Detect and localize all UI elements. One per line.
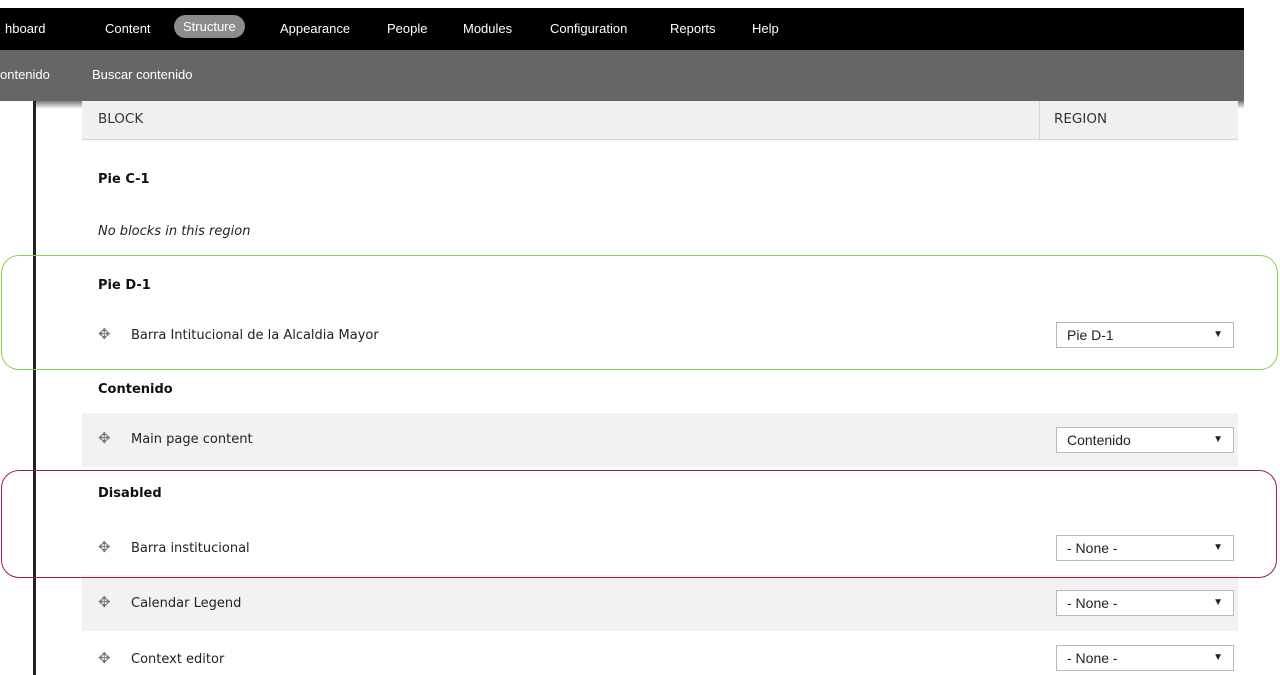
move-handle-icon[interactable]: ✥	[98, 651, 111, 666]
caret-down-icon: ▼	[1213, 597, 1223, 608]
table-row: ✥ Context editor - None - ▼	[82, 631, 1238, 675]
region-select[interactable]: - None - ▼	[1056, 645, 1234, 671]
highlight-outline-green	[1, 255, 1278, 370]
shortcut-add-content[interactable]: ontenido	[0, 67, 50, 82]
admin-toolbar: hboard Content Structure Appearance Peop…	[0, 8, 1244, 50]
table-header: BLOCK REGION	[82, 101, 1238, 140]
block-layout-table: BLOCK REGION Pie C-1 No blocks in this r…	[82, 101, 1238, 675]
region-title: Contenido	[98, 382, 173, 397]
region-select[interactable]: Contenido ▼	[1056, 427, 1234, 453]
region-select-value: - None -	[1067, 650, 1118, 666]
menu-content[interactable]: Content	[105, 21, 151, 36]
caret-down-icon: ▼	[1213, 434, 1223, 445]
empty-region-message: No blocks in this region	[98, 224, 251, 239]
menu-structure[interactable]: Structure	[174, 15, 245, 38]
shortcut-bar: ontenido Buscar contenido	[0, 50, 1244, 101]
menu-people[interactable]: People	[387, 21, 427, 36]
region-select[interactable]: - None - ▼	[1056, 590, 1234, 616]
menu-help[interactable]: Help	[752, 21, 779, 36]
menu-dashboard[interactable]: hboard	[5, 21, 45, 36]
empty-region-row: No blocks in this region	[82, 194, 1238, 250]
header-divider	[1039, 101, 1040, 139]
region-row-pie-c1: Pie C-1	[82, 140, 1238, 194]
top-white-strip	[0, 0, 1280, 8]
table-row: ✥ Calendar Legend - None - ▼	[82, 575, 1238, 631]
shortcut-find-content[interactable]: Buscar contenido	[92, 67, 192, 82]
table-row: ✥ Main page content Contenido ▼	[82, 413, 1238, 467]
region-title: Pie C-1	[98, 172, 150, 187]
header-region: REGION	[1054, 111, 1108, 127]
menu-appearance[interactable]: Appearance	[280, 21, 350, 36]
menu-configuration[interactable]: Configuration	[550, 21, 627, 36]
header-block: BLOCK	[98, 111, 144, 127]
move-handle-icon[interactable]: ✥	[98, 431, 111, 446]
block-name: Calendar Legend	[131, 596, 242, 611]
left-edge-border	[33, 101, 36, 675]
menu-modules[interactable]: Modules	[463, 21, 512, 36]
block-name: Context editor	[131, 652, 225, 667]
region-select-value: - None -	[1067, 595, 1118, 611]
highlight-outline-purple	[1, 470, 1277, 578]
move-handle-icon[interactable]: ✥	[98, 595, 111, 610]
caret-down-icon: ▼	[1213, 652, 1223, 663]
block-name: Main page content	[131, 432, 253, 447]
region-select-value: Contenido	[1067, 432, 1131, 448]
menu-reports[interactable]: Reports	[670, 21, 716, 36]
